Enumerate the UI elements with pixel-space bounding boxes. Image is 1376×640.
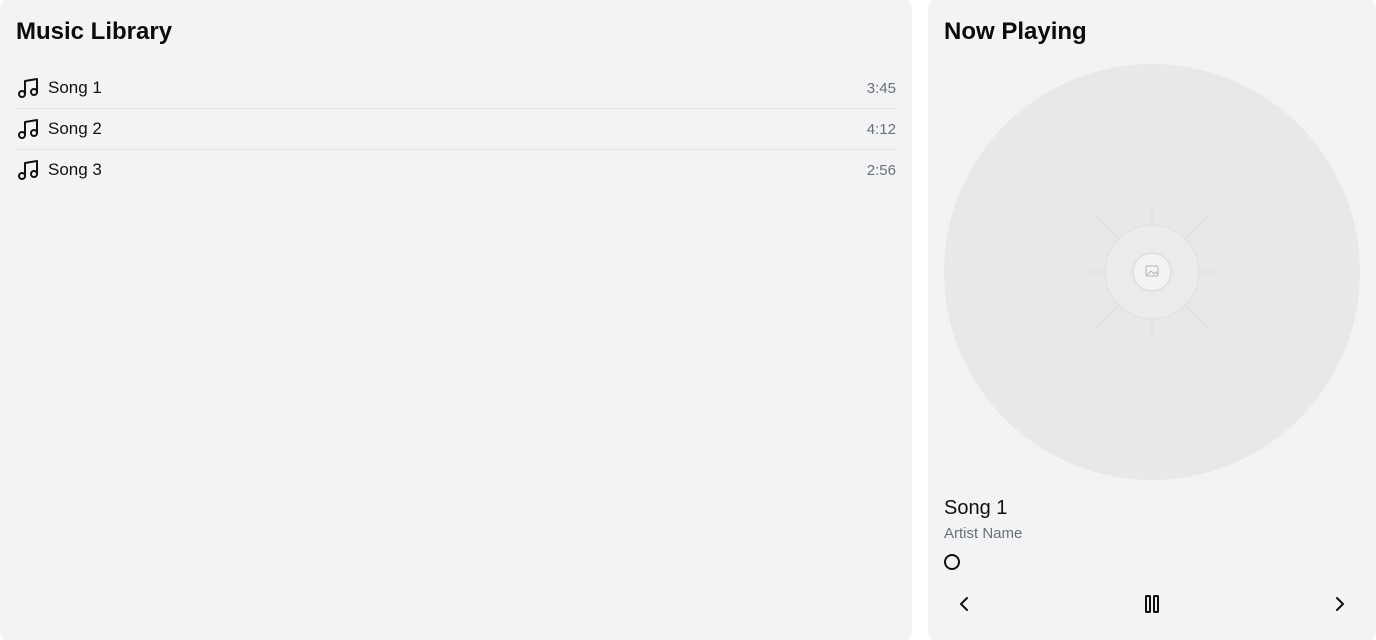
song-title: Song 3 [48,160,102,179]
song-list: Song 1 3:45 Song 2 4:12 Song 3 2:56 [16,68,896,190]
now-playing-panel: Now Playing Song 1 Artist Name [928,0,1376,640]
song-list-item[interactable]: Song 2 4:12 [16,109,896,150]
song-list-item[interactable]: Song 3 2:56 [16,150,896,190]
progress-slider-thumb[interactable] [944,554,960,570]
music-note-icon [16,76,40,100]
music-note-icon [16,158,40,182]
song-title: Song 2 [48,119,102,138]
song-duration: 4:12 [866,120,896,138]
now-playing-title: Now Playing [944,18,1087,45]
album-art [944,64,1360,480]
playback-controls [944,588,1360,620]
track-title: Song 1 [944,497,1008,519]
chevron-left-icon [960,597,968,611]
song-title: Song 1 [48,78,102,97]
song-list-item[interactable]: Song 1 3:45 [16,68,896,109]
chevron-right-icon [1336,597,1344,611]
next-button[interactable] [1324,588,1356,620]
song-duration: 2:56 [866,161,896,179]
pause-button[interactable] [1136,588,1168,620]
image-placeholder-icon [1089,209,1215,335]
pause-icon [1145,595,1159,613]
music-app: Music Library Song 1 3:45 Song 2 4:12 So… [0,0,1376,640]
music-note-icon [16,117,40,141]
music-library-panel: Music Library Song 1 3:45 Song 2 4:12 So… [0,0,912,640]
library-title: Music Library [16,18,173,45]
previous-button[interactable] [948,588,980,620]
track-artist: Artist Name [944,525,1023,542]
song-duration: 3:45 [866,79,896,97]
